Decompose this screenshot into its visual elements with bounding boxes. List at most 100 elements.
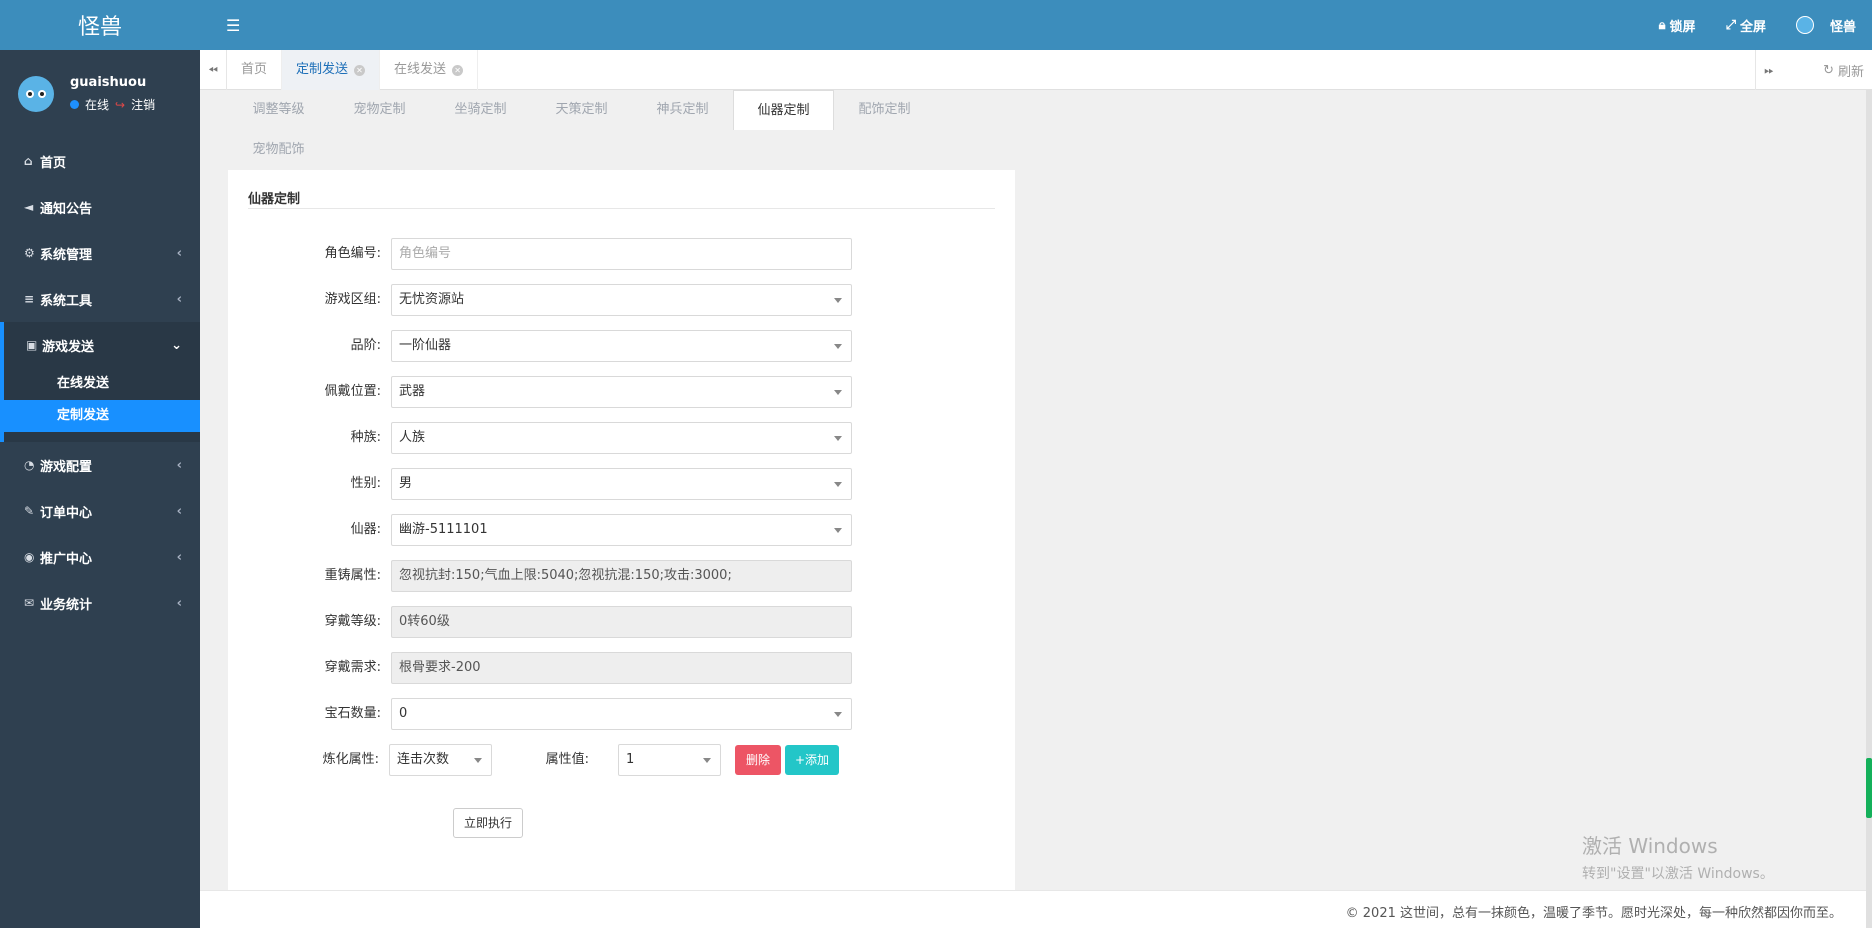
submenu-game-send: 在线发送 定制发送	[0, 368, 200, 442]
sidebar-subitem-online-send[interactable]: 在线发送	[4, 368, 200, 400]
online-status-icon	[70, 100, 79, 109]
gift-icon: ▣	[26, 338, 38, 352]
gender-label: 性别:	[350, 476, 381, 491]
attr-value: 1	[626, 752, 635, 767]
top-header: ☰ 🔒︎ 锁屏 ⤢ 全屏 怪兽	[200, 0, 1872, 50]
logout-link[interactable]: 注销	[131, 96, 155, 113]
subtab-mount[interactable]: 坐骑定制	[430, 90, 531, 130]
tab-label: 在线发送	[394, 62, 447, 77]
sidebar-item-promotion[interactable]: ◉ 推广中心 ‹	[0, 534, 200, 580]
sidebar-menu: ⌂ 首页 ◄ 通知公告 ⚙ 系统管理 ‹ ≡ 系统工具 ‹ ▣ 游戏发送 ⌄ 在…	[0, 138, 200, 626]
refresh-label: 刷新	[1837, 64, 1864, 80]
sidebar-item-game-send[interactable]: ▣ 游戏发送 ⌄	[0, 322, 200, 368]
tabs-scroll-right-icon[interactable]: ⏩︎	[1755, 50, 1782, 90]
watermark-line2: 转到"设置"以激活 Windows。	[1582, 866, 1774, 882]
tab-home[interactable]: 首页	[227, 50, 283, 90]
wear-req-field: 根骨要求-200	[391, 652, 852, 684]
user-panel: guaishuou 在线 ↪ 注销	[0, 50, 200, 138]
chevron-down-icon: ⌄	[171, 337, 182, 353]
tab-online-send[interactable]: 在线发送 ✕	[380, 50, 479, 90]
page-tabs-bar: ⏪︎ 首页 定制发送 ✕ 在线发送 ✕ ⏩︎ ↻ 刷新	[200, 50, 1872, 90]
lock-screen-button[interactable]: 🔒︎ 锁屏	[1659, 16, 1696, 35]
scrollbar-thumb[interactable]	[1866, 758, 1872, 818]
sidebar-item-notice[interactable]: ◄ 通知公告	[0, 184, 200, 230]
caret-down-icon	[834, 528, 842, 533]
add-button[interactable]: +添加	[785, 745, 839, 775]
caret-down-icon	[834, 482, 842, 487]
tabs-scroll-left-icon[interactable]: ⏪︎	[200, 50, 227, 90]
grade-value: 一阶仙器	[399, 338, 452, 353]
sidebar-item-system-admin[interactable]: ⚙ 系统管理 ‹	[0, 230, 200, 276]
sidebar-subitem-custom-send[interactable]: 定制发送	[4, 400, 200, 432]
caret-down-icon	[474, 758, 482, 763]
server-select[interactable]: 无忧资源站	[391, 284, 852, 316]
subtab-accessory[interactable]: 配饰定制	[834, 90, 935, 130]
sidebar-item-statistics[interactable]: ✉ 业务统计 ‹	[0, 580, 200, 626]
logout-icon[interactable]: ↪	[115, 98, 125, 112]
slot-select[interactable]: 武器	[391, 376, 852, 408]
artifact-label: 仙器:	[350, 522, 381, 537]
grade-select[interactable]: 一阶仙器	[391, 330, 852, 362]
race-select[interactable]: 人族	[391, 422, 852, 454]
wear-level-field: 0转60级	[391, 606, 852, 638]
sidebar-item-system-tools[interactable]: ≡ 系统工具 ‹	[0, 276, 200, 322]
tab-label: 定制发送	[296, 62, 349, 77]
sidebar-item-orders[interactable]: ✎ 订单中心 ‹	[0, 488, 200, 534]
chevron-left-icon: ‹	[176, 291, 182, 307]
gems-value: 0	[399, 706, 408, 721]
subtab-artifact[interactable]: 仙器定制	[733, 90, 834, 130]
subtab-pet[interactable]: 宠物定制	[329, 90, 430, 130]
execute-button[interactable]: 立即执行	[453, 808, 523, 838]
close-icon[interactable]: ✕	[452, 64, 464, 76]
attr-value-select[interactable]: 1	[618, 744, 721, 776]
refine-attr-select[interactable]: 连击次数	[389, 744, 492, 776]
chevron-left-icon: ‹	[176, 457, 182, 473]
watermark-line1: 激活 Windows	[1582, 834, 1718, 858]
refine-label: 炼化属性:	[322, 752, 379, 767]
user-name: guaishuou	[70, 75, 147, 90]
dashboard-icon: ◔	[24, 458, 35, 472]
subtab-pet-accessory[interactable]: 宠物配饰	[228, 130, 329, 170]
sidebar-item-label: 推广中心	[40, 551, 93, 567]
artifact-select[interactable]: 幽游-5111101	[391, 514, 852, 546]
subtab-adjust-level[interactable]: 调整等级	[228, 90, 329, 130]
customization-tabs: 调整等级 宠物定制 坐骑定制 天策定制 神兵定制 仙器定制 配饰定制 宠物配饰	[228, 90, 1228, 170]
hamburger-menu-icon[interactable]: ☰	[226, 16, 240, 35]
sidebar-item-home[interactable]: ⌂ 首页	[0, 138, 200, 184]
artifact-form-panel: 仙器定制 角色编号: 角色编号 游戏区组: 无忧资源站 品阶: 一阶仙器 佩戴位…	[228, 170, 1015, 890]
sidebar: 怪兽 guaishuou 在线 ↪ 注销 ⌂ 首页 ◄ 通知公告 ⚙ 系统管理 …	[0, 0, 200, 928]
artifact-value: 幽游-5111101	[399, 522, 488, 537]
avatar	[1795, 16, 1814, 34]
home-icon: ⌂	[24, 154, 33, 168]
delete-button[interactable]: 删除	[735, 745, 781, 775]
gender-select[interactable]: 男	[391, 468, 852, 500]
subtab-tiance[interactable]: 天策定制	[531, 90, 632, 130]
app-logo[interactable]: 怪兽	[0, 0, 200, 50]
fullscreen-button[interactable]: ⤢ 全屏	[1726, 16, 1766, 35]
chevron-left-icon: ‹	[176, 245, 182, 261]
race-value: 人族	[399, 430, 426, 445]
footer-text: © 2021 这世间，总有一抹颜色，温暖了季节。愿时光深处，每一种欣然都因你而至…	[1345, 906, 1842, 921]
online-status: 在线	[85, 98, 110, 112]
subtab-divine-weapon[interactable]: 神兵定制	[632, 90, 733, 130]
bars-icon: ≡	[24, 292, 35, 306]
gems-select[interactable]: 0	[391, 698, 852, 730]
header-username: 怪兽	[1829, 19, 1856, 35]
refresh-button[interactable]: ↻ 刷新	[1823, 50, 1864, 90]
gender-value: 男	[399, 476, 413, 491]
user-menu[interactable]: 怪兽	[1795, 16, 1856, 35]
role-id-input[interactable]: 角色编号	[391, 238, 852, 270]
sidebar-item-label: 业务统计	[40, 597, 93, 613]
chevron-left-icon: ‹	[176, 503, 182, 519]
main-content: 调整等级 宠物定制 坐骑定制 天策定制 神兵定制 仙器定制 配饰定制 宠物配饰 …	[200, 90, 1866, 890]
expand-icon: ⤢	[1725, 17, 1736, 33]
tab-custom-send[interactable]: 定制发送 ✕	[282, 50, 381, 90]
vertical-scrollbar[interactable]	[1866, 90, 1872, 928]
attr-value-label: 属性值:	[545, 752, 589, 767]
sidebar-item-label: 游戏配置	[40, 459, 93, 475]
sidebar-item-game-config[interactable]: ◔ 游戏配置 ‹	[0, 442, 200, 488]
recast-field: 忽视抗封:150;气血上限:5040;忽视抗混:150;攻击:3000;	[391, 560, 852, 592]
caret-down-icon	[834, 298, 842, 303]
close-icon[interactable]: ✕	[354, 64, 366, 76]
slot-label: 佩戴位置:	[324, 384, 381, 399]
